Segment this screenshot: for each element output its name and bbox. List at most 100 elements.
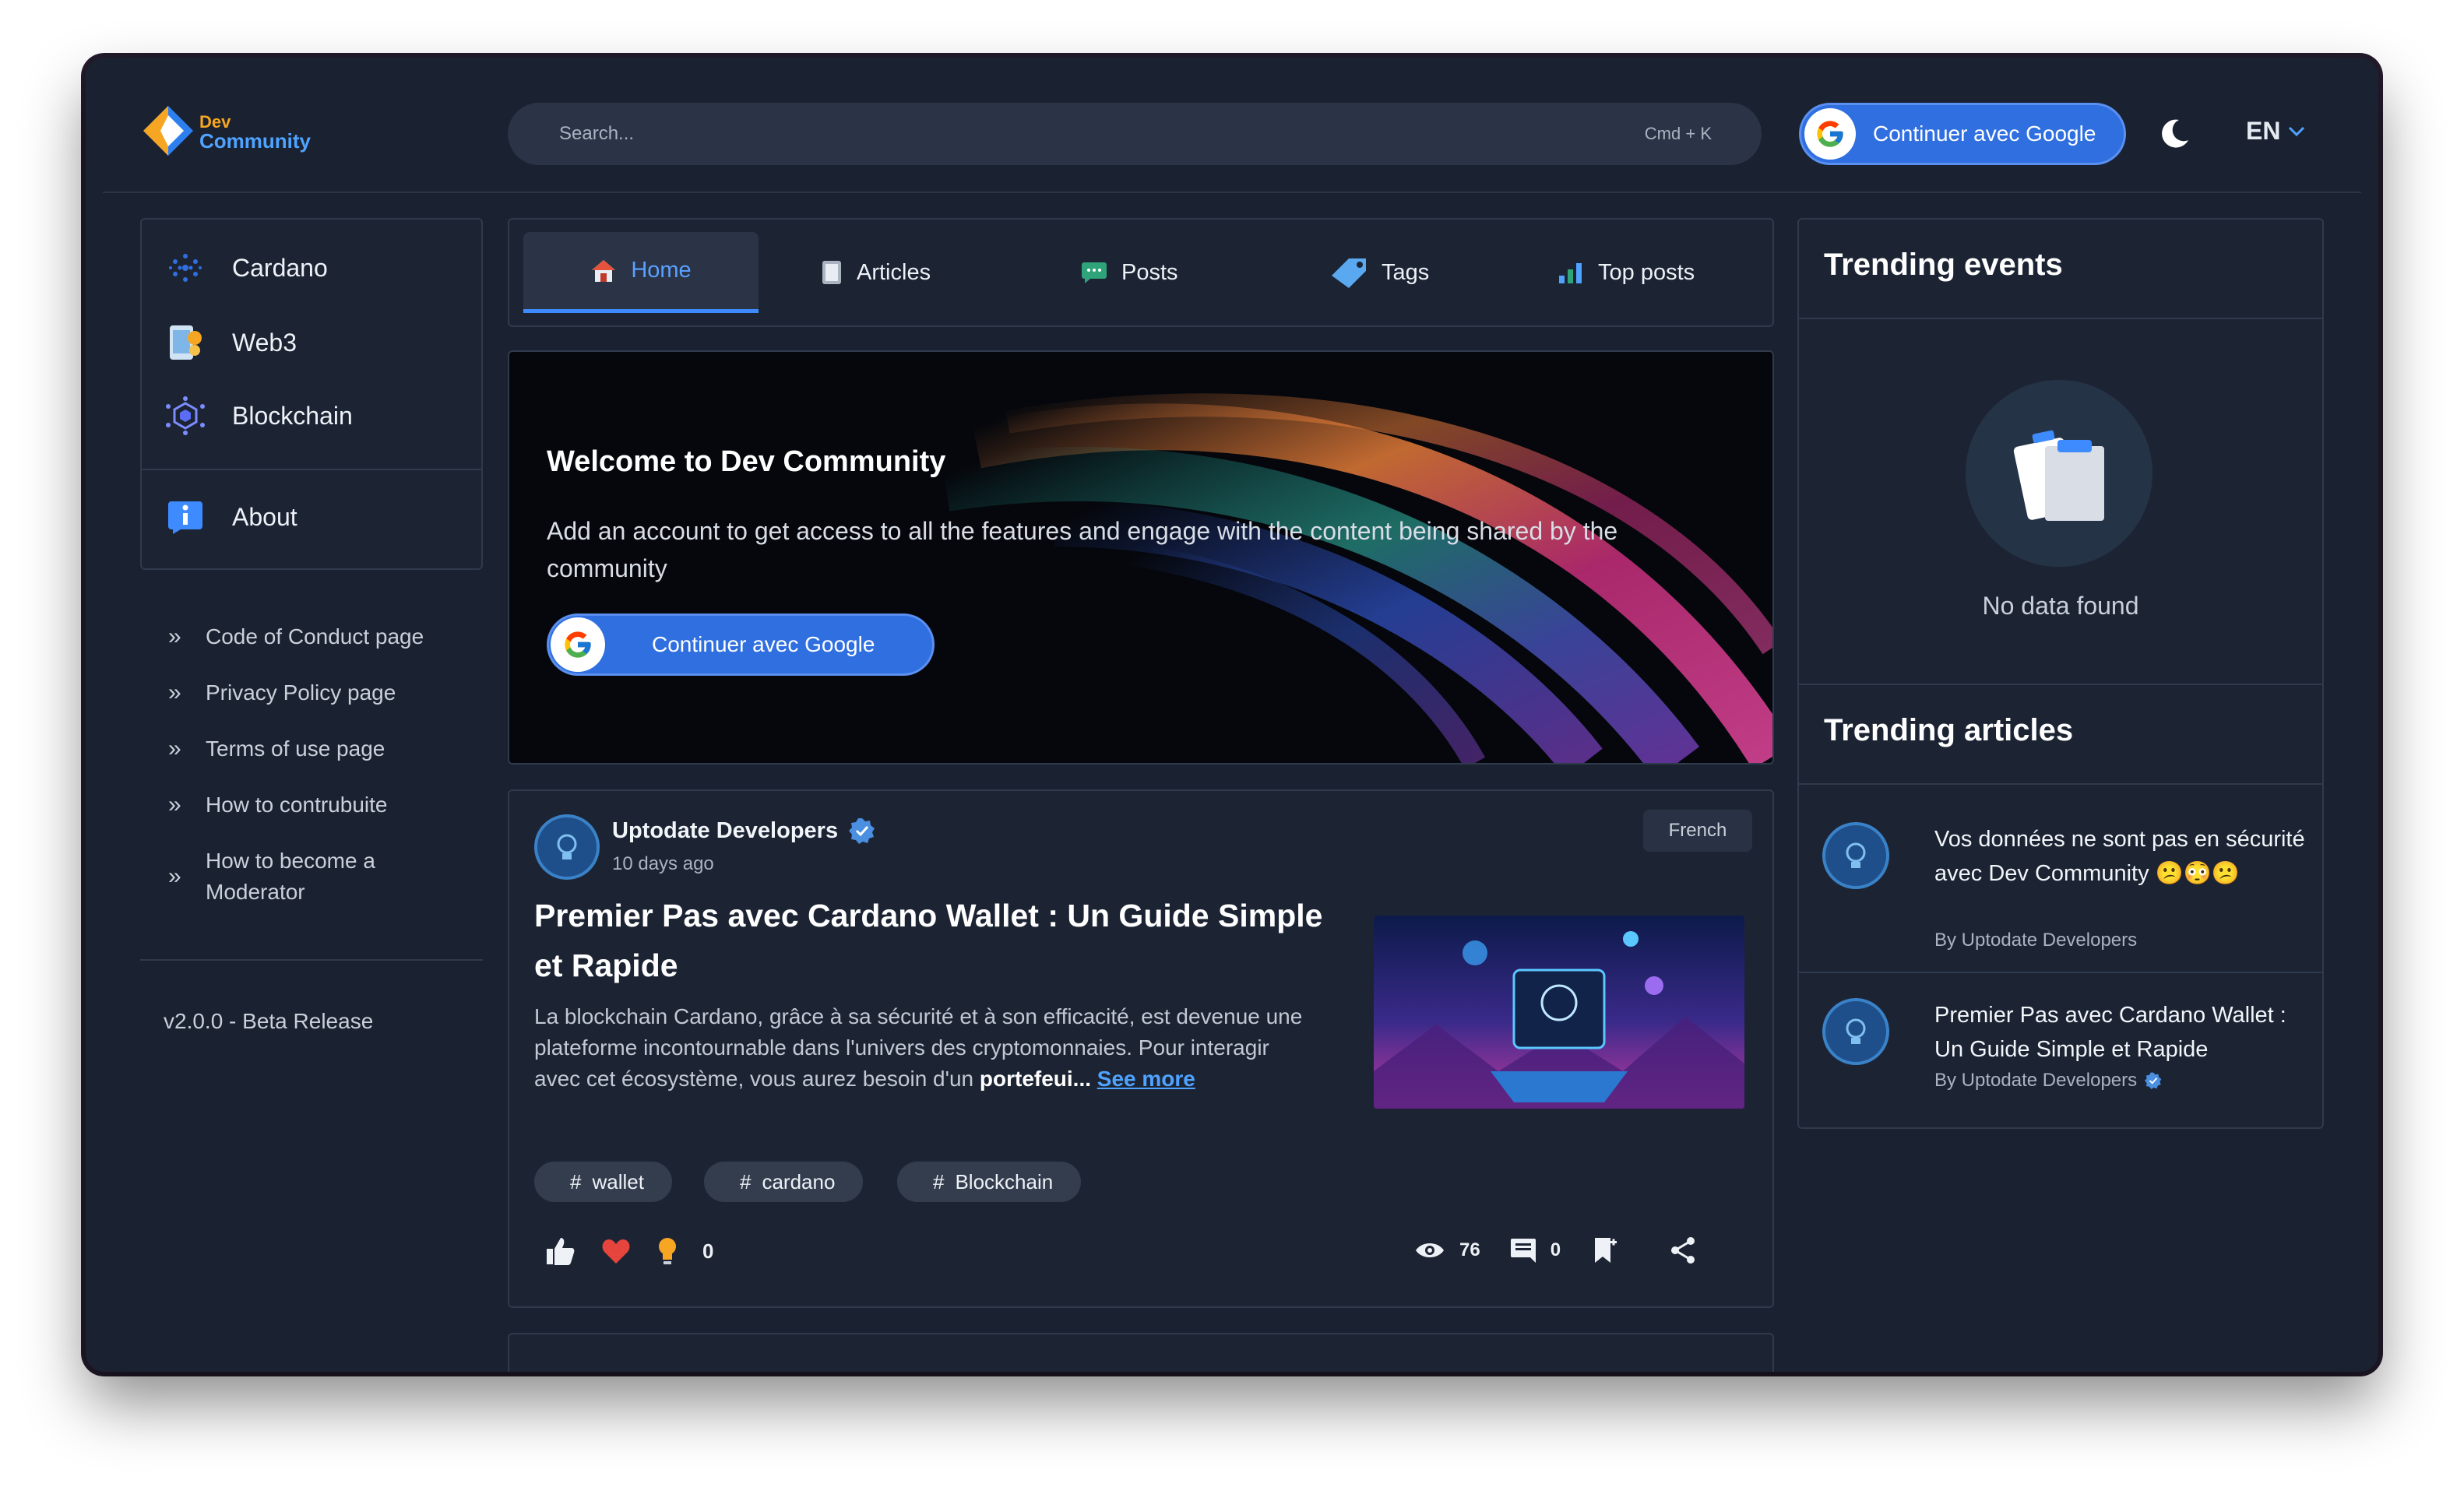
tab-home[interactable]: Home bbox=[523, 232, 759, 313]
hero-description: Add an account to get access to all the … bbox=[547, 517, 1618, 582]
verified-badge-icon bbox=[849, 818, 875, 844]
view-count: 76 bbox=[1459, 1239, 1480, 1260]
next-post-card[interactable] bbox=[508, 1333, 1774, 1372]
post-title[interactable]: Premier Pas avec Cardano Wallet : Un Gui… bbox=[534, 891, 1336, 990]
sidebar-item-label: Blockchain bbox=[232, 401, 353, 430]
lightbulb-icon[interactable] bbox=[656, 1236, 679, 1266]
language-selector[interactable]: EN bbox=[2246, 117, 2305, 146]
tag-cardano[interactable]: # cardano bbox=[704, 1162, 864, 1202]
post-excerpt: La blockchain Cardano, grâce à sa sécuri… bbox=[534, 1001, 1321, 1095]
bookmark-add-icon[interactable] bbox=[1593, 1236, 1618, 1264]
double-chevron-right-icon: » bbox=[168, 792, 181, 817]
tab-label: Posts bbox=[1121, 259, 1178, 285]
language-label: EN bbox=[2246, 117, 2281, 145]
tab-top-posts[interactable]: Top posts bbox=[1558, 232, 1695, 313]
sidebar-item-web3[interactable]: Web3 bbox=[165, 322, 297, 363]
hero-google-login-button[interactable]: Continuer avec Google bbox=[547, 613, 935, 676]
no-data-message: No data found bbox=[1982, 592, 2139, 620]
trending-article-author: By Uptodate Developers bbox=[1934, 1070, 2162, 1092]
sidebar-divider bbox=[140, 959, 483, 961]
articles-icon bbox=[822, 261, 841, 284]
empty-state-illustration bbox=[1966, 380, 2152, 567]
avatar[interactable] bbox=[534, 814, 600, 880]
tag-icon bbox=[1332, 258, 1366, 288]
posts-icon bbox=[1082, 262, 1107, 283]
tag-label: cardano bbox=[762, 1169, 836, 1193]
sidebar-item-blockchain[interactable]: Blockchain bbox=[165, 395, 353, 436]
link-how-to-contribute[interactable]: » How to contrubuite bbox=[168, 789, 387, 821]
post-card[interactable]: Uptodate Developers 10 days ago French P… bbox=[508, 789, 1774, 1308]
sidebar-separator bbox=[142, 469, 481, 470]
lightbulb-avatar-icon bbox=[1846, 842, 1866, 868]
double-chevron-right-icon: » bbox=[168, 863, 181, 889]
cardano-icon bbox=[165, 248, 206, 288]
google-login-button[interactable]: Continuer avec Google bbox=[1799, 103, 2126, 165]
welcome-banner: Welcome to Dev Community Add an account … bbox=[508, 350, 1774, 765]
panel-divider bbox=[1799, 318, 2322, 319]
tab-label: Tags bbox=[1382, 259, 1430, 285]
trending-article-title: Premier Pas avec Cardano Wallet : Un Gui… bbox=[1934, 1003, 2286, 1062]
post-stats-group: 76 0 bbox=[1414, 1236, 1696, 1264]
sidebar-item-label: Web3 bbox=[232, 328, 297, 357]
search-bar[interactable]: Cmd + K bbox=[508, 103, 1762, 165]
tab-posts[interactable]: Posts bbox=[1081, 232, 1178, 313]
chevron-down-icon bbox=[2289, 126, 2305, 136]
hashtag-icon: # bbox=[570, 1169, 582, 1193]
trending-articles-title: Trending articles bbox=[1824, 713, 2074, 747]
search-shortcut: Cmd + K bbox=[1644, 124, 1712, 143]
trending-article-title: Vos données ne sont pas en sécurité avec… bbox=[1934, 827, 2305, 886]
version-label: v2.0.0 - Beta Release bbox=[164, 1009, 374, 1033]
trending-events-title: Trending events bbox=[1824, 248, 2063, 282]
link-code-of-conduct[interactable]: » Code of Conduct page bbox=[168, 621, 424, 652]
avatar bbox=[1822, 822, 1889, 889]
author-name: Uptodate Developers bbox=[612, 817, 839, 843]
share-icon[interactable] bbox=[1670, 1236, 1696, 1264]
post-author[interactable]: Uptodate Developers bbox=[612, 817, 875, 844]
language-badge: French bbox=[1643, 810, 1752, 852]
tag-wallet[interactable]: # wallet bbox=[534, 1162, 672, 1202]
sidebar-item-cardano[interactable]: Cardano bbox=[165, 248, 328, 288]
sidebar-item-about[interactable]: About bbox=[165, 497, 297, 537]
see-more-link[interactable]: See more bbox=[1097, 1067, 1195, 1091]
google-icon bbox=[1804, 108, 1856, 160]
sidebar-item-label: About bbox=[232, 502, 297, 531]
top-posts-icon bbox=[1559, 263, 1582, 283]
link-label: Code of Conduct page bbox=[206, 624, 424, 649]
heart-icon[interactable] bbox=[601, 1238, 631, 1264]
clipboard-icon bbox=[2013, 430, 2104, 521]
lightbulb-avatar-icon bbox=[1846, 1018, 1866, 1044]
excerpt-bold-text: portefeui... bbox=[979, 1067, 1092, 1091]
double-chevron-right-icon: » bbox=[168, 736, 181, 761]
info-icon bbox=[165, 497, 206, 537]
category-menu: Cardano Web3 Blockchain About bbox=[140, 218, 483, 570]
web3-icon bbox=[165, 322, 206, 363]
google-login-label: Continuer avec Google bbox=[1873, 121, 2096, 146]
moon-icon[interactable] bbox=[2157, 117, 2191, 151]
tab-tags[interactable]: Tags bbox=[1330, 232, 1429, 313]
tag-blockchain[interactable]: # Blockchain bbox=[897, 1162, 1082, 1202]
search-input[interactable] bbox=[558, 122, 1645, 146]
double-chevron-right-icon: » bbox=[168, 624, 181, 649]
tab-label: Top posts bbox=[1598, 259, 1695, 285]
link-label: How to contrubuite bbox=[206, 793, 388, 817]
link-become-moderator[interactable]: » How to become a Moderator bbox=[168, 845, 417, 908]
link-privacy-policy[interactable]: » Privacy Policy page bbox=[168, 677, 396, 708]
dev-community-logo-icon[interactable] bbox=[142, 104, 195, 157]
comment-count: 0 bbox=[1550, 1239, 1561, 1260]
hero-google-login-label: Continuer avec Google bbox=[652, 632, 875, 656]
sidebar-item-label: Cardano bbox=[232, 253, 328, 282]
main-tabs: Home Articles Posts Tags Top posts bbox=[508, 218, 1774, 327]
thumbs-up-icon[interactable] bbox=[545, 1236, 576, 1266]
author-byline: By Uptodate Developers bbox=[1934, 1070, 2138, 1091]
panel-divider bbox=[1799, 783, 2322, 785]
author-byline: By Uptodate Developers bbox=[1934, 930, 2138, 951]
tab-label: Home bbox=[631, 258, 692, 283]
tag-label: wallet bbox=[592, 1169, 644, 1193]
trending-panel: Trending events No data found Trending a… bbox=[1797, 218, 2324, 1129]
post-thumbnail-image[interactable] bbox=[1374, 916, 1744, 1109]
verified-badge-icon bbox=[2145, 1072, 2162, 1089]
link-terms-of-use[interactable]: » Terms of use page bbox=[168, 733, 385, 765]
hashtag-icon: # bbox=[740, 1169, 752, 1193]
tab-articles[interactable]: Articles bbox=[821, 232, 931, 313]
comment-icon[interactable] bbox=[1510, 1237, 1536, 1264]
